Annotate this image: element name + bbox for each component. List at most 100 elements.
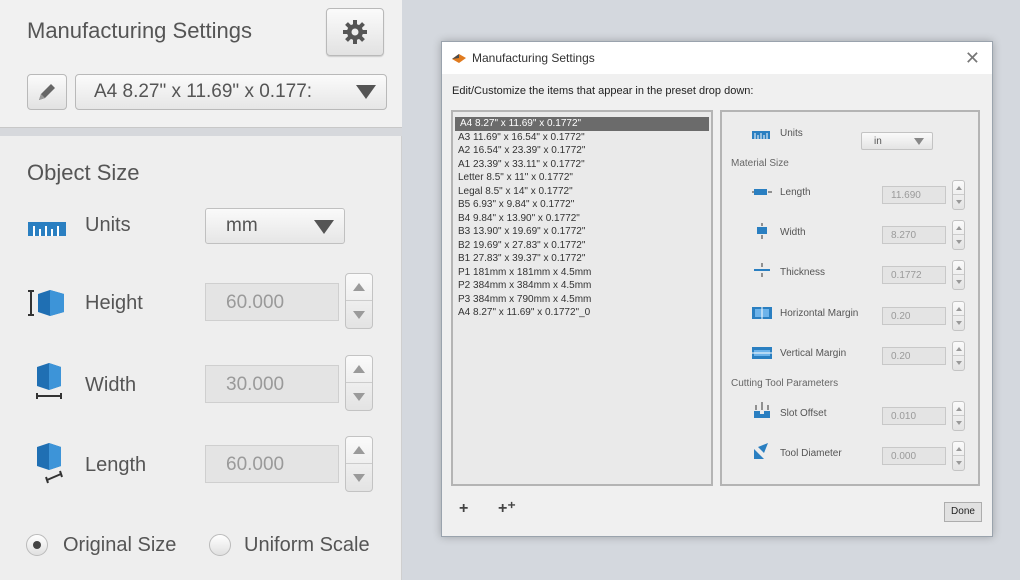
width-label: Width xyxy=(85,374,137,396)
dialog-titlebar: Manufacturing Settings ✕ xyxy=(442,42,992,74)
thickness-input[interactable]: 0.1772 xyxy=(882,266,946,284)
length-stepper[interactable] xyxy=(952,180,965,210)
length-label: Length xyxy=(780,187,811,198)
gear-icon xyxy=(343,20,367,44)
preset-list-item[interactable]: A4 8.27" x 11.69" x 0.1772"_0 xyxy=(453,306,711,320)
preset-list-item[interactable]: P1 181mm x 181mm x 4.5mm xyxy=(453,266,711,280)
decrement-button[interactable] xyxy=(346,464,372,491)
decrement-button[interactable] xyxy=(953,235,964,249)
units-dropdown-value: mm xyxy=(226,215,258,236)
width-icon xyxy=(757,223,767,239)
horizontal-margin-input[interactable]: 0.20 xyxy=(882,307,946,325)
material-size-heading: Material Size xyxy=(731,158,789,169)
decrement-button[interactable] xyxy=(953,195,964,209)
vertical-margin-stepper[interactable] xyxy=(952,341,965,371)
tool-diameter-input[interactable]: 0.000 xyxy=(882,447,946,465)
width-input[interactable]: 30.000 xyxy=(205,365,339,403)
decrement-button[interactable] xyxy=(346,301,372,328)
triangle-up-icon xyxy=(955,185,962,190)
horizontal-margin-label: Horizontal Margin xyxy=(780,308,859,319)
width-stepper[interactable] xyxy=(345,355,373,411)
preset-list-item[interactable]: B5 6.93" x 9.84" x 0.1772" xyxy=(453,198,711,212)
original-size-radio[interactable] xyxy=(26,534,48,556)
done-button[interactable]: Done xyxy=(944,502,982,522)
cutting-tool-heading: Cutting Tool Parameters xyxy=(731,378,839,389)
preset-list-item[interactable]: A1 23.39" x 33.11" x 0.1772" xyxy=(453,158,711,172)
preset-dropdown[interactable]: A4 8.27" x 11.69" x 0.177: xyxy=(75,74,387,110)
decrement-button[interactable] xyxy=(953,316,964,330)
units-dropdown[interactable]: mm xyxy=(205,208,345,244)
decrement-button[interactable] xyxy=(953,456,964,470)
preset-list-item[interactable]: A2 16.54" x 23.39" x 0.1772" xyxy=(453,144,711,158)
preset-list-item[interactable]: A4 8.27" x 11.69" x 0.1772" xyxy=(455,117,709,131)
duplicate-preset-button[interactable]: +⁺ xyxy=(498,498,516,518)
horizontal-margin-icon xyxy=(752,307,772,319)
preset-list-item[interactable]: P3 384mm x 790mm x 4.5mm xyxy=(453,293,711,307)
tool-diameter-stepper[interactable] xyxy=(952,441,965,471)
increment-button[interactable] xyxy=(346,356,372,383)
triangle-down-icon xyxy=(955,200,962,204)
decrement-button[interactable] xyxy=(953,356,964,370)
length-label: Length xyxy=(85,454,147,476)
close-button[interactable]: ✕ xyxy=(965,48,980,69)
height-input[interactable]: 60.000 xyxy=(205,283,339,321)
increment-button[interactable] xyxy=(953,402,964,416)
height-icon xyxy=(28,290,64,316)
width-icon xyxy=(36,363,62,399)
units-dropdown[interactable]: in xyxy=(861,132,933,150)
tool-diameter-icon xyxy=(754,443,768,459)
triangle-up-icon xyxy=(955,406,962,411)
preset-list-item[interactable]: B3 13.90" x 19.69" x 0.1772" xyxy=(453,225,711,239)
settings-button[interactable] xyxy=(326,8,384,56)
vertical-margin-input[interactable]: 0.20 xyxy=(882,347,946,365)
height-stepper[interactable] xyxy=(345,273,373,329)
preset-list-item[interactable]: Letter 8.5" x 11" x 0.1772" xyxy=(453,171,711,185)
triangle-up-icon xyxy=(955,346,962,351)
width-label: Width xyxy=(780,227,806,238)
triangle-up-icon xyxy=(353,283,365,291)
preset-list-item[interactable]: B4 9.84" x 13.90" x 0.1772" xyxy=(453,212,711,226)
add-preset-button[interactable]: + xyxy=(459,500,468,518)
pencil-icon xyxy=(39,84,55,100)
slot-offset-stepper[interactable] xyxy=(952,401,965,431)
triangle-down-icon xyxy=(955,280,962,284)
triangle-down-icon xyxy=(955,421,962,425)
increment-button[interactable] xyxy=(346,437,372,464)
increment-button[interactable] xyxy=(953,442,964,456)
uniform-scale-radio[interactable] xyxy=(209,534,231,556)
horizontal-margin-stepper[interactable] xyxy=(952,301,965,331)
decrement-button[interactable] xyxy=(953,416,964,430)
length-input[interactable]: 11.690 xyxy=(882,186,946,204)
length-icon xyxy=(37,443,63,484)
increment-button[interactable] xyxy=(953,261,964,275)
increment-button[interactable] xyxy=(953,302,964,316)
preset-list-item[interactable]: Legal 8.5" x 14" x 0.1772" xyxy=(453,185,711,199)
manufacturing-header-panel: Manufacturing Settings A4 8.27" x 11.69"… xyxy=(0,0,402,128)
increment-button[interactable] xyxy=(953,342,964,356)
thickness-stepper[interactable] xyxy=(952,260,965,290)
increment-button[interactable] xyxy=(953,221,964,235)
length-input[interactable]: 60.000 xyxy=(205,445,339,483)
length-stepper[interactable] xyxy=(345,436,373,492)
increment-button[interactable] xyxy=(346,274,372,301)
ruler-icon xyxy=(28,222,66,236)
width-input[interactable]: 8.270 xyxy=(882,226,946,244)
preset-list-item[interactable]: A3 11.69" x 16.54" x 0.1772" xyxy=(453,131,711,145)
preset-list[interactable]: A4 8.27" x 11.69" x 0.1772" A3 11.69" x 1… xyxy=(451,110,713,486)
slot-offset-icon xyxy=(754,402,770,418)
slot-offset-input[interactable]: 0.010 xyxy=(882,407,946,425)
thickness-label: Thickness xyxy=(780,267,826,278)
uniform-scale-label: Uniform Scale xyxy=(244,534,370,556)
chevron-down-icon xyxy=(356,85,376,99)
thickness-icon xyxy=(754,263,770,277)
width-stepper[interactable] xyxy=(952,220,965,250)
decrement-button[interactable] xyxy=(346,383,372,410)
increment-button[interactable] xyxy=(953,181,964,195)
preset-list-item[interactable]: B1 27.83" x 39.37" x 0.1772" xyxy=(453,252,711,266)
decrement-button[interactable] xyxy=(953,275,964,289)
preset-list-item[interactable]: P2 384mm x 384mm x 4.5mm xyxy=(453,279,711,293)
edit-presets-button[interactable] xyxy=(27,74,67,110)
dialog-instructions: Edit/Customize the items that appear in … xyxy=(452,85,754,97)
slot-offset-label: Slot Offset xyxy=(780,408,827,419)
preset-list-item[interactable]: B2 19.69" x 27.83" x 0.1772" xyxy=(453,239,711,253)
